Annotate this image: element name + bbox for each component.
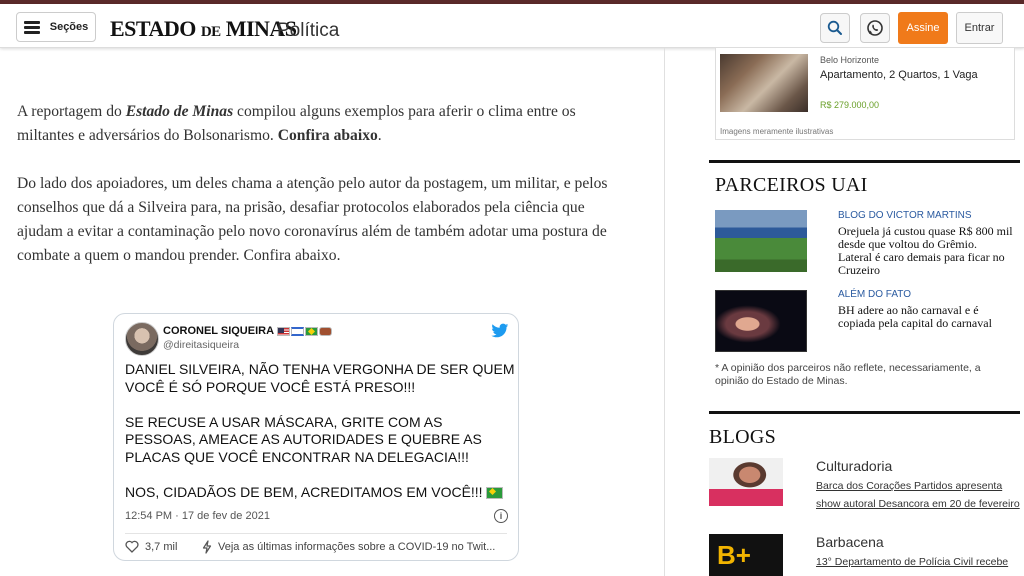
search-icon [827, 20, 842, 35]
whatsapp-button[interactable] [860, 13, 890, 43]
apartment-photo[interactable] [720, 54, 808, 112]
search-button[interactable] [820, 13, 850, 43]
subscribe-button[interactable]: Assine [898, 12, 948, 44]
us-flag-icon [277, 326, 291, 336]
twitter-bird-icon[interactable] [491, 323, 509, 339]
ad-note: Imagens meramente ilustrativas [720, 127, 834, 136]
like-count: 3,7 mil [145, 540, 178, 553]
tweet-author[interactable]: CORONEL SIQUEIRA [163, 325, 333, 337]
brazil-flag-icon [486, 486, 504, 499]
site-header: Seções ESTADO DE MINAS Política Assine E… [0, 4, 1024, 48]
article-paragraph-1: A reportagem do Estado de Minas compilou… [17, 103, 576, 144]
lightning-icon [202, 540, 212, 554]
ox-icon [319, 326, 333, 336]
ad-title[interactable]: Apartamento, 2 Quartos, 1 Vaga [820, 69, 978, 81]
tweet-timestamp[interactable]: 12:54 PM · 17 de fev de 2021 [125, 510, 270, 522]
blog-name[interactable]: Barbacena [816, 534, 884, 550]
embedded-tweet[interactable]: CORONEL SIQUEIRA @direitasiqueira DANIEL… [113, 313, 519, 561]
partner-image-carnival[interactable] [715, 290, 807, 352]
blogs-heading: BLOGS [709, 426, 777, 448]
tweet-like-button[interactable]: 3,7 mil [125, 540, 177, 553]
partner-image-football[interactable] [715, 210, 807, 272]
blog-image-barbacena[interactable]: B+ [709, 534, 783, 576]
newspaper-name: Estado de Minas [125, 103, 234, 120]
partner-headline[interactable]: Orejuela já custou quase R$ 800 mil desd… [838, 225, 1013, 277]
partners-disclaimer: * A opinião dos parceiros não reflete, n… [715, 362, 981, 387]
partner-blog-name[interactable]: BLOG DO VICTOR MARTINS [838, 210, 972, 221]
israel-flag-icon [291, 326, 305, 336]
info-icon[interactable]: i [494, 509, 508, 523]
blog-image-culturadoria[interactable] [709, 458, 783, 506]
login-button[interactable]: Entrar [956, 12, 1003, 44]
blogs-rule [709, 411, 1020, 414]
heart-icon [125, 540, 139, 553]
tweet-text: DANIEL SILVEIRA, NÃO TENHA VERGONHA DE S… [125, 361, 515, 500]
real-estate-ad[interactable]: Belo Horizonte Apartamento, 2 Quartos, 1… [715, 48, 1015, 140]
covid-info-link[interactable]: Veja as últimas informações sobre a COVI… [202, 540, 495, 554]
barbacena-logo-icon: B+ [717, 540, 751, 570]
sections-menu-button[interactable]: Seções [16, 12, 96, 42]
tweet-divider [125, 533, 507, 534]
blog-post-link[interactable]: Barca dos Corações Partidos apresenta sh… [816, 477, 1021, 513]
whatsapp-icon [867, 20, 883, 36]
article-paragraph-2: Do lado dos apoiadores, um deles chama a… [17, 175, 608, 264]
flag-emojis [277, 326, 333, 336]
sections-menu-label: Seções [49, 21, 89, 33]
partners-rule [709, 160, 1020, 163]
tweet-avatar[interactable] [125, 322, 159, 356]
hamburger-icon [23, 20, 40, 34]
site-logo[interactable]: ESTADO DE MINAS [110, 16, 297, 42]
tweet-handle[interactable]: @direitasiqueira [163, 339, 239, 351]
partner-headline[interactable]: BH adere ao não carnaval e é copiada pel… [838, 304, 1013, 330]
partners-heading: PARCEIROS UAI [715, 174, 868, 196]
article-body: A reportagem do Estado de Minas compilou… [17, 100, 617, 292]
ad-price: R$ 279.000,00 [820, 100, 880, 110]
blog-name[interactable]: Culturadoria [816, 458, 892, 474]
column-divider [664, 48, 665, 576]
section-title[interactable]: Política [277, 20, 339, 42]
partner-blog-name[interactable]: ALÉM DO FATO [838, 289, 911, 300]
brazil-flag-icon [305, 326, 319, 336]
ad-city: Belo Horizonte [820, 55, 880, 65]
blog-post-link[interactable]: 13° Departamento de Polícia Civil recebe [816, 553, 1021, 571]
